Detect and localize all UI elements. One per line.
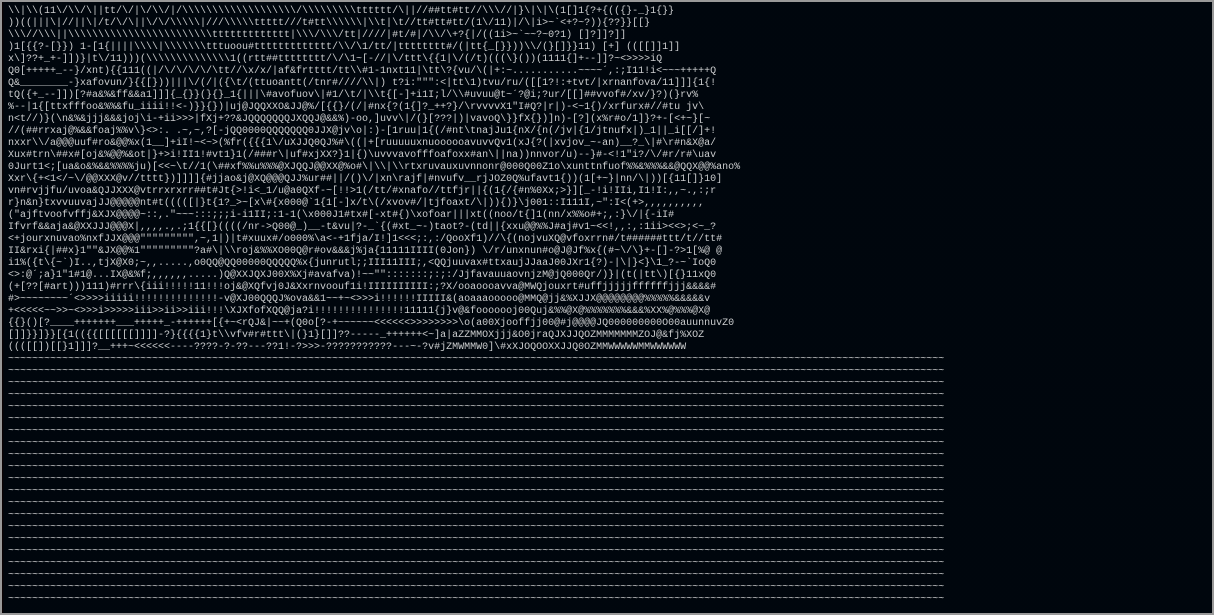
terminal-line: Q&________-}xafovun/}{{[}))|||\/(/|({\t/… — [8, 78, 1206, 90]
terminal-line: ~~~~~~~~~~~~~~~~~~~~~~~~~~~~~~~~~~~~~~~~… — [8, 426, 1206, 438]
terminal-line: Ifvrf&&aja&@XXJJJ@@@X|,,,,.,.;1{{[}((((/… — [8, 222, 1206, 234]
terminal-line: ("ajftvoofvffj&XJX@@@@~::,.″~~~:::;;;i-i… — [8, 210, 1206, 222]
terminal-line: ~~~~~~~~~~~~~~~~~~~~~~~~~~~~~~~~~~~~~~~~… — [8, 594, 1206, 606]
terminal-line: nxxr\\/a@@@uuf#ro&@@%x(1__]+iI!~<~>(%fr(… — [8, 138, 1206, 150]
terminal-line: n<t//)}(\n&%&jjj&&&joj\i-+ii>>>|fXj+??&J… — [8, 114, 1206, 126]
terminal-line: ~~~~~~~~~~~~~~~~~~~~~~~~~~~~~~~~~~~~~~~~… — [8, 366, 1206, 378]
terminal-line: []]}}]}}[{1(({{[[[[[[]]]]-?}{{{{1}t\\vfv… — [8, 330, 1206, 342]
terminal-line: x\]??+_+-]])}|t\/11)))(\\\\\\\\\\\\\\1((… — [8, 54, 1206, 66]
terminal-line: tQ({+_--]])[?#a&%&ff&&a1]]]{_{}}(}{}_1{|… — [8, 90, 1206, 102]
terminal-line: <+jourxnuvao%nxfJJX@@@″″″″″″″″″,~,1|)|t#… — [8, 234, 1206, 246]
terminal-line: ~~~~~~~~~~~~~~~~~~~~~~~~~~~~~~~~~~~~~~~~… — [8, 582, 1206, 594]
terminal-line: ~~~~~~~~~~~~~~~~~~~~~~~~~~~~~~~~~~~~~~~~… — [8, 354, 1206, 366]
terminal-line: ~~~~~~~~~~~~~~~~~~~~~~~~~~~~~~~~~~~~~~~~… — [8, 510, 1206, 522]
terminal-line: ~~~~~~~~~~~~~~~~~~~~~~~~~~~~~~~~~~~~~~~~… — [8, 414, 1206, 426]
terminal-line: ~~~~~~~~~~~~~~~~~~~~~~~~~~~~~~~~~~~~~~~~… — [8, 558, 1206, 570]
terminal-line: ~~~~~~~~~~~~~~~~~~~~~~~~~~~~~~~~~~~~~~~~… — [8, 534, 1206, 546]
terminal-line: ~~~~~~~~~~~~~~~~~~~~~~~~~~~~~~~~~~~~~~~~… — [8, 450, 1206, 462]
terminal-line: Xux#trn\##x#[oj&%@@%&ot|}+>i!II1!#vt1}1(… — [8, 150, 1206, 162]
terminal-line: ~~~~~~~~~~~~~~~~~~~~~~~~~~~~~~~~~~~~~~~~… — [8, 486, 1206, 498]
terminal-line: Q0[+++++_--}/xnt){{111((|/\/\/\/\/\tt//\… — [8, 66, 1206, 78]
terminal-line: r}n&n}txvvuuvajJJ@@@@@nt#t(((([|}t{1?_>~… — [8, 198, 1206, 210]
terminal-line: )1[{{?-[}}) 1-[1{||||\\\\|\\\\\\\tttuoou… — [8, 42, 1206, 54]
ascii-terminal: \\|\\(11\/\\/\||tt/\/|\/\\/|/\\\\\\\\\\\… — [0, 0, 1214, 615]
terminal-line: ~~~~~~~~~~~~~~~~~~~~~~~~~~~~~~~~~~~~~~~~… — [8, 570, 1206, 582]
terminal-line: <>:@´;a}1″1#1@...IX@&%f;,,,,,,.....)Q@XX… — [8, 270, 1206, 282]
terminal-line: ~~~~~~~~~~~~~~~~~~~~~~~~~~~~~~~~~~~~~~~~… — [8, 378, 1206, 390]
terminal-line: ~~~~~~~~~~~~~~~~~~~~~~~~~~~~~~~~~~~~~~~~… — [8, 402, 1206, 414]
terminal-line: {{}()[?____+++++++___+++++_-++++++[{+~<r… — [8, 318, 1206, 330]
terminal-line: #>~~~~~~~~´<>>>>iiiii!!!!!!!!!!!!!!-v@XJ… — [8, 294, 1206, 306]
terminal-line: \\|\\(11\/\\/\||tt/\/|\/\\/|/\\\\\\\\\\\… — [8, 6, 1206, 18]
terminal-line: II&rxi{|##x}1″″&JX@@%1″″″″″″″″″?a#\|\\ro… — [8, 246, 1206, 258]
terminal-line: ~~~~~~~~~~~~~~~~~~~~~~~~~~~~~~~~~~~~~~~~… — [8, 390, 1206, 402]
terminal-line: ~~~~~~~~~~~~~~~~~~~~~~~~~~~~~~~~~~~~~~~~… — [8, 474, 1206, 486]
terminal-line: 0Jurt1<;[ua&o&%&&%%%%ju)[<<~\t//1(\##xf%… — [8, 162, 1206, 174]
terminal-line: %--|1{[ttxfffoo&%%&fu_iiii!!<-)}}{})|uj@… — [8, 102, 1206, 114]
terminal-line: ~~~~~~~~~~~~~~~~~~~~~~~~~~~~~~~~~~~~~~~~… — [8, 498, 1206, 510]
terminal-line: \\\//\\\||\\\\\\\\\\\\\\\\\\\\\\\\tttttt… — [8, 30, 1206, 42]
terminal-line: vn#rvjjfu/uvoa&QJJXXX@vtrrxrxrr##t#Jt{>!… — [8, 186, 1206, 198]
terminal-line: ~~~~~~~~~~~~~~~~~~~~~~~~~~~~~~~~~~~~~~~~… — [8, 546, 1206, 558]
terminal-line: ))((|||\|//||\|/t/\/\||\/\/\\\\\|///\\\\… — [8, 18, 1206, 30]
terminal-line: ((([[])[[}1]]]?__+++~<<<<<<----????-?-??… — [8, 342, 1206, 354]
terminal-line: (+[??[#art)))111)#rrr\{iii!!!!!11!!!oj&@… — [8, 282, 1206, 294]
terminal-line: ~~~~~~~~~~~~~~~~~~~~~~~~~~~~~~~~~~~~~~~~… — [8, 522, 1206, 534]
terminal-line: Xxr\{+<1</~\/@@XXX@v//tttt})]]]]{#jjao&j… — [8, 174, 1206, 186]
terminal-line: ~~~~~~~~~~~~~~~~~~~~~~~~~~~~~~~~~~~~~~~~… — [8, 462, 1206, 474]
terminal-line: +<<<<<~~>>~<>>>i>>>>>iii>>ii>>iii!!!\XJX… — [8, 306, 1206, 318]
terminal-line: //(##rrxaj@%&&foaj%%v\}<>:. .~,~,?[-jQQ0… — [8, 126, 1206, 138]
terminal-line: ~~~~~~~~~~~~~~~~~~~~~~~~~~~~~~~~~~~~~~~~… — [8, 438, 1206, 450]
terminal-line: i1%({t\{~`)I..,tjX@X0;~,,.....,o0QQ@QQ00… — [8, 258, 1206, 270]
